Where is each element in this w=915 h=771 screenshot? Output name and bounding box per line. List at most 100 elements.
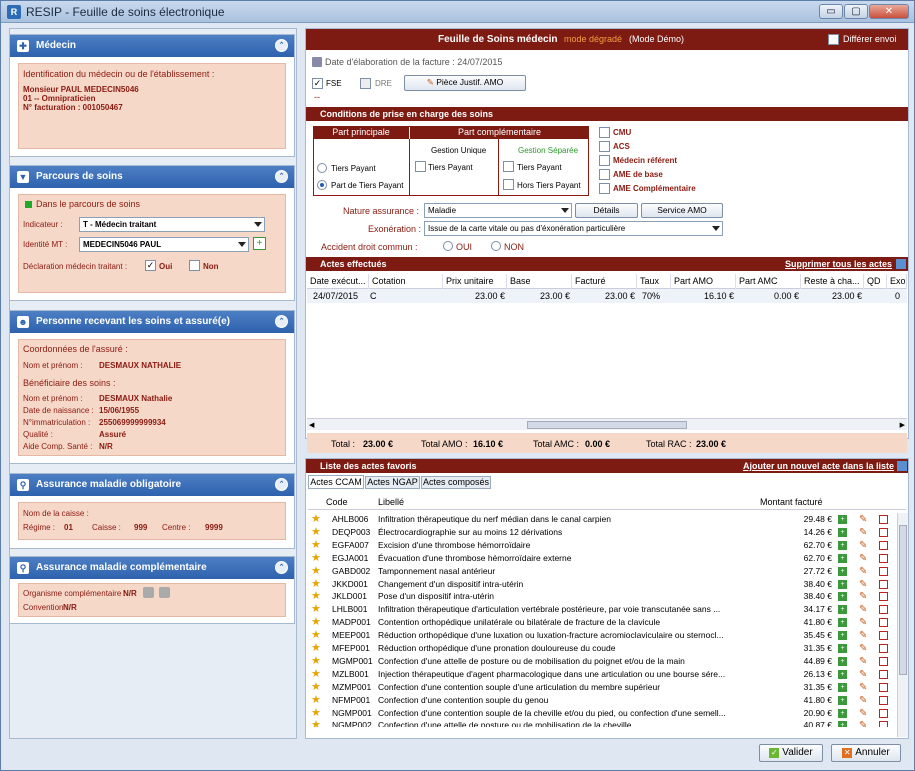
search-org-icon[interactable] bbox=[143, 587, 154, 598]
pencil-icon[interactable]: ✎ bbox=[859, 578, 867, 591]
list-item[interactable]: ★ LHLB001 Infiltration thérapeutique d'art… bbox=[308, 603, 896, 616]
collapse-icon[interactable]: ⌃ bbox=[275, 561, 288, 574]
star-icon[interactable]: ★ bbox=[311, 668, 321, 680]
tab-ngap[interactable]: Actes NGAP bbox=[365, 476, 420, 489]
list-item[interactable]: ★ MZLB001 Injection thérapeutique d'agent … bbox=[308, 668, 896, 681]
ame-checkbox[interactable] bbox=[599, 169, 610, 180]
add-icon[interactable]: + bbox=[838, 605, 847, 615]
list-item[interactable]: ★ NGMP002 Confection d'une attelle de post… bbox=[308, 719, 896, 727]
ajouter-link[interactable]: Ajouter un nouvel acte dans la liste bbox=[743, 459, 894, 473]
pencil-icon[interactable]: ✎ bbox=[859, 655, 867, 668]
list-item[interactable]: ★ JKKD001 Changement d'un dispositif intra… bbox=[308, 578, 896, 591]
valider-button[interactable]: ✓ Valider bbox=[759, 744, 823, 762]
delete-icon[interactable] bbox=[879, 579, 888, 589]
vertical-scrollbar[interactable] bbox=[897, 513, 908, 737]
pencil-icon[interactable]: ✎ bbox=[859, 539, 867, 552]
hors-tiers-checkbox[interactable] bbox=[503, 179, 514, 190]
dre-checkbox[interactable] bbox=[360, 78, 371, 89]
horizontal-scrollbar[interactable]: ◀ ▶ bbox=[307, 418, 907, 430]
star-icon[interactable]: ★ bbox=[311, 565, 321, 577]
list-item[interactable]: ★ MFEP001 Réduction orthopédique d'une pro… bbox=[308, 642, 896, 655]
part-tiers-radio[interactable] bbox=[317, 180, 327, 190]
star-icon[interactable]: ★ bbox=[311, 539, 321, 551]
declaration-oui-checkbox[interactable]: ✓ bbox=[145, 260, 156, 271]
pencil-icon[interactable]: ✎ bbox=[859, 616, 867, 629]
accident-non-radio[interactable] bbox=[491, 241, 501, 251]
delete-icon[interactable] bbox=[879, 695, 888, 705]
details-button[interactable]: Détails bbox=[575, 203, 638, 218]
delete-icon[interactable] bbox=[879, 631, 888, 641]
close-button[interactable]: ✕ bbox=[869, 4, 909, 19]
star-icon[interactable]: ★ bbox=[311, 578, 321, 590]
tiers-payant-unique-checkbox[interactable] bbox=[415, 161, 426, 172]
list-item[interactable]: ★ DEQP003 Électrocardiographie sur au moin… bbox=[308, 526, 896, 539]
delete-icon[interactable] bbox=[879, 618, 888, 628]
delete-icon[interactable] bbox=[879, 515, 888, 524]
list-item[interactable]: ★ GABD002 Tamponnement nasal antérieur 27.7… bbox=[308, 565, 896, 578]
piece-justif-button[interactable]: ✎ Pièce Justif. AMO bbox=[404, 75, 526, 91]
list-item[interactable]: ★ EGJA001 Évacuation d'une thrombose hémor… bbox=[308, 552, 896, 565]
delete-icon[interactable] bbox=[879, 644, 888, 653]
cmu-checkbox[interactable] bbox=[599, 127, 610, 138]
medref-checkbox[interactable] bbox=[599, 155, 610, 166]
add-icon[interactable]: + bbox=[838, 553, 847, 563]
star-icon[interactable]: ★ bbox=[311, 707, 321, 719]
amecomp-checkbox[interactable] bbox=[599, 183, 610, 194]
add-icon[interactable]: + bbox=[838, 656, 847, 666]
collapse-icon[interactable]: ⌃ bbox=[275, 39, 288, 52]
tab-ccam[interactable]: Actes CCAM bbox=[308, 475, 364, 489]
pencil-icon[interactable]: ✎ bbox=[859, 590, 867, 603]
minimize-button[interactable]: ▭ bbox=[819, 4, 843, 19]
collapse-icon[interactable]: ⌃ bbox=[275, 315, 288, 328]
pencil-icon[interactable]: ✎ bbox=[859, 694, 867, 707]
pencil-icon[interactable]: ✎ bbox=[859, 681, 867, 694]
collapse-icon[interactable]: ⌃ bbox=[275, 170, 288, 183]
identite-mt-select[interactable]: MEDECIN5046 PAUL bbox=[79, 237, 249, 252]
delete-icon[interactable] bbox=[879, 669, 888, 679]
pencil-icon[interactable]: ✎ bbox=[859, 526, 867, 539]
nature-select[interactable]: Maladie bbox=[424, 203, 572, 218]
pencil-icon[interactable]: ✎ bbox=[859, 565, 867, 578]
scroll-thumb[interactable] bbox=[527, 421, 687, 429]
indicateur-select[interactable]: T - Médecin traitant bbox=[79, 217, 265, 232]
add-icon[interactable]: + bbox=[838, 669, 847, 679]
add-icon[interactable]: + bbox=[838, 682, 847, 692]
star-icon[interactable]: ★ bbox=[311, 629, 321, 641]
accident-oui-radio[interactable] bbox=[443, 241, 453, 251]
annuler-button[interactable]: ✕ Annuler bbox=[831, 744, 901, 762]
add-icon[interactable]: + bbox=[838, 644, 847, 653]
info-icon[interactable] bbox=[896, 259, 906, 269]
star-icon[interactable]: ★ bbox=[311, 552, 321, 564]
fse-checkbox[interactable]: ✓ bbox=[312, 78, 323, 89]
list-item[interactable]: ★ MGMP001 Confection d'une attelle de post… bbox=[308, 655, 896, 668]
add-icon[interactable]: + bbox=[838, 592, 847, 602]
pencil-icon[interactable]: ✎ bbox=[859, 707, 867, 720]
add-icon[interactable]: + bbox=[838, 566, 847, 576]
add-doctor-icon[interactable]: + bbox=[253, 237, 266, 250]
star-icon[interactable]: ★ bbox=[311, 616, 321, 628]
star-icon[interactable]: ★ bbox=[311, 681, 321, 693]
pencil-icon[interactable]: ✎ bbox=[859, 719, 867, 727]
acs-checkbox[interactable] bbox=[599, 141, 610, 152]
pencil-icon[interactable]: ✎ bbox=[859, 513, 867, 526]
scroll-thumb[interactable] bbox=[899, 525, 907, 675]
list-item[interactable]: ★ AHLB006 Infiltration thérapeutique du ne… bbox=[308, 513, 896, 526]
delete-icon[interactable] bbox=[879, 566, 888, 576]
add-icon[interactable]: + bbox=[838, 631, 847, 641]
tiers-payant-separee-checkbox[interactable] bbox=[503, 161, 514, 172]
star-icon[interactable]: ★ bbox=[311, 655, 321, 667]
pencil-icon[interactable]: ✎ bbox=[859, 629, 867, 642]
add-icon[interactable]: + bbox=[838, 540, 847, 550]
star-icon[interactable]: ★ bbox=[311, 642, 321, 654]
delete-icon[interactable] bbox=[879, 682, 888, 692]
list-item[interactable]: ★ NGMP001 Confection d'une contention soup… bbox=[308, 707, 896, 720]
delete-icon[interactable] bbox=[879, 708, 888, 718]
star-icon[interactable]: ★ bbox=[311, 590, 321, 602]
add-icon[interactable]: + bbox=[838, 708, 847, 718]
table-row[interactable]: 24/07/2015 C 23.00 € 23.00 € 23.00 € 70%… bbox=[307, 289, 907, 303]
add-icon[interactable]: + bbox=[838, 695, 847, 705]
collapse-icon[interactable]: ⌃ bbox=[275, 478, 288, 491]
pencil-icon[interactable]: ✎ bbox=[859, 668, 867, 681]
add-icon[interactable]: + bbox=[838, 579, 847, 589]
declaration-non-checkbox[interactable] bbox=[189, 260, 200, 271]
